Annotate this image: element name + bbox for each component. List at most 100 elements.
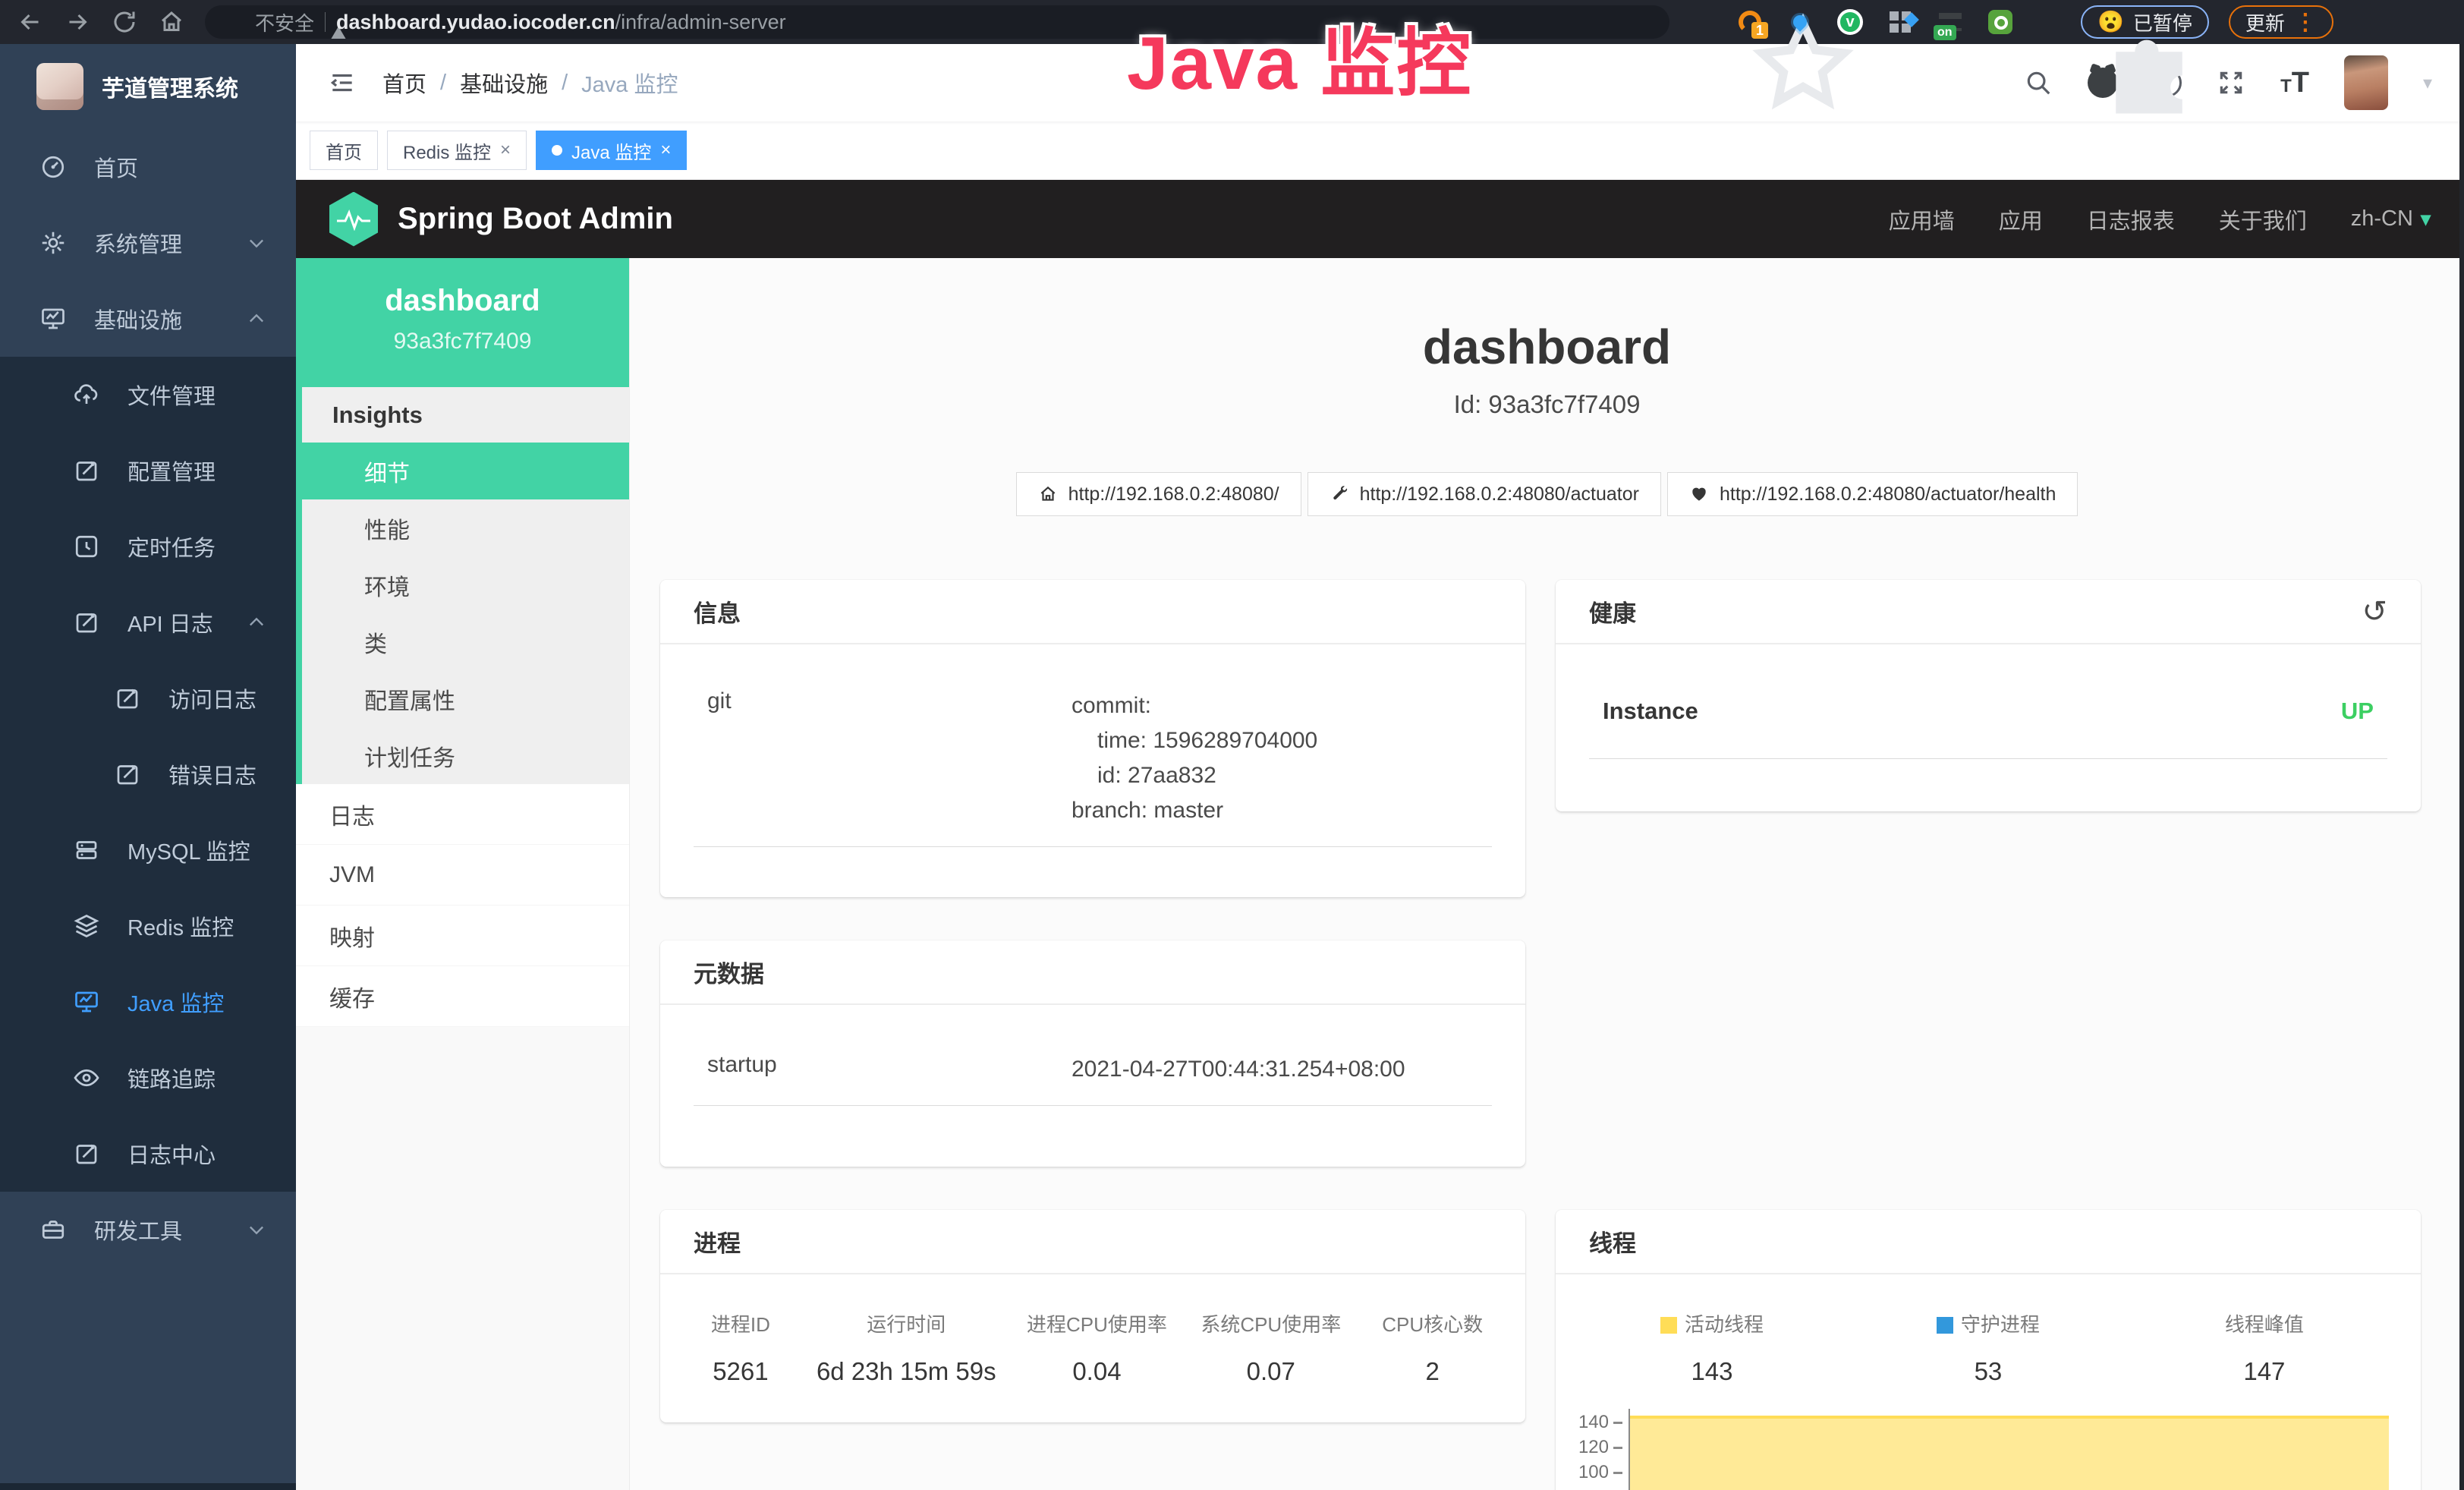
breadcrumb: 首页 / 基础设施 / Java 监控 [382, 67, 678, 99]
sidebar-item-redis[interactable]: Redis 监控 [0, 888, 296, 964]
extension-colorzilla-icon[interactable]: 1 [1735, 7, 1765, 37]
card-title: 元数据 [694, 955, 764, 989]
menu-item-details-active[interactable]: 细节 [302, 443, 629, 499]
menu-item-caches[interactable]: 缓存 [296, 966, 629, 1027]
menu-item-scheduled-tasks[interactable]: 计划任务 [302, 727, 629, 784]
paused-emoji-icon: 😮 [2097, 11, 2124, 33]
extension-pin-icon[interactable] [1785, 7, 1815, 37]
y-tick: 100 [1578, 1462, 1622, 1483]
server-icon [73, 836, 100, 864]
home-icon [1038, 484, 1058, 504]
bookmark-star-icon[interactable] [1689, 9, 1715, 35]
sidebar-item-job[interactable]: 定时任务 [0, 509, 296, 584]
stat-label: 系统CPU使用率 [1184, 1309, 1358, 1337]
stat-value: 2 [1358, 1357, 1507, 1386]
menu-item-jvm[interactable]: JVM [296, 845, 629, 906]
sidebar-item-home[interactable]: 首页 [0, 129, 296, 205]
sba-nav-wallboard[interactable]: 应用墙 [1889, 203, 1955, 235]
sidebar-item-label: 日志中心 [127, 1138, 216, 1170]
layers-icon [73, 912, 100, 940]
monitor-icon [73, 988, 100, 1016]
extension-grid-icon[interactable] [1885, 7, 1915, 37]
back-icon[interactable] [17, 8, 44, 36]
sidebar-item-trace[interactable]: 链路追踪 [0, 1040, 296, 1116]
web-page: 芋道管理系统 首页 系统管理 基础设施 文件管理 [0, 44, 2464, 1490]
avatar-caret-icon[interactable]: ▾ [2423, 72, 2432, 94]
sba-locale-select[interactable]: zh-CN ▾ [2351, 206, 2431, 232]
not-secure-warning-icon [225, 12, 244, 32]
chevron-up-icon [246, 612, 267, 633]
menu-item-logs[interactable]: 日志 [296, 784, 629, 845]
sidebar-item-accesslog[interactable]: 访问日志 [0, 660, 296, 736]
tab-home[interactable]: 首页 [310, 131, 378, 170]
breadcrumb-infra[interactable]: 基础设施 [460, 67, 548, 99]
user-avatar[interactable] [2344, 55, 2388, 110]
sba-nav-about[interactable]: 关于我们 [2219, 203, 2307, 235]
blue-swatch-icon [1937, 1317, 1953, 1334]
reload-icon[interactable] [111, 8, 138, 36]
menu-item-configprops[interactable]: 配置属性 [302, 670, 629, 727]
status-badge: UP [2341, 698, 2374, 725]
sidebar-item-config[interactable]: 配置管理 [0, 433, 296, 509]
update-chip[interactable]: 更新 ⋮ [2229, 5, 2333, 39]
chevron-up-icon [246, 308, 267, 329]
menu-item-classes[interactable]: 类 [302, 613, 629, 670]
sba-brand-title[interactable]: Spring Boot Admin [398, 202, 673, 236]
tab-redis-monitor[interactable]: Redis 监控× [387, 131, 527, 170]
sidebar-item-logcenter[interactable]: 日志中心 [0, 1116, 296, 1192]
menu-item-metrics[interactable]: 性能 [302, 499, 629, 556]
tab-java-monitor-active[interactable]: Java 监控× [536, 131, 687, 170]
stat-pid: 进程ID 5261 [678, 1309, 803, 1386]
forward-icon[interactable] [64, 8, 91, 36]
cards-grid: 信息 git commit: time: 1596289704000 id: 2… [660, 580, 2422, 1490]
actuator-url: http://192.168.0.2:48080/actuator [1360, 484, 1639, 506]
sba-nav-journal[interactable]: 日志报表 [2087, 203, 2175, 235]
admin-sidebar: 芋道管理系统 首页 系统管理 基础设施 文件管理 [0, 44, 296, 1490]
active-dot-icon [552, 145, 562, 156]
extension-onetab-icon[interactable]: on [1935, 7, 1965, 37]
sidebar-brand[interactable]: 芋道管理系统 [0, 44, 296, 129]
sidebar-item-java-active[interactable]: Java 监控 [0, 964, 296, 1040]
briefcase-icon [39, 1216, 67, 1243]
sidebar-item-file[interactable]: 文件管理 [0, 357, 296, 433]
y-tick: 120 [1578, 1437, 1622, 1458]
history-icon[interactable]: ↺ [2362, 597, 2387, 627]
extension-seo-icon[interactable] [1985, 7, 2016, 37]
home-icon[interactable] [158, 8, 185, 36]
sidebar-item-errorlog[interactable]: 错误日志 [0, 736, 296, 812]
paused-chip[interactable]: 😮 已暂停 [2081, 5, 2209, 39]
font-size-icon[interactable]: TT [2280, 67, 2309, 99]
legend-live-threads: 活动线程 143 [1574, 1309, 1850, 1386]
extensions-puzzle-icon[interactable] [2035, 9, 2061, 35]
extension-v-icon[interactable]: v [1835, 7, 1865, 37]
actuator-url-button[interactable]: http://192.168.0.2:48080/actuator [1308, 472, 1661, 516]
breadcrumb-home[interactable]: 首页 [382, 67, 426, 99]
menu-item-environment[interactable]: 环境 [302, 556, 629, 613]
browser-actions: 1 v on 😮 已暂停 更新 ⋮ [1689, 5, 2333, 39]
browser-menu-kebab-icon[interactable]: ⋮ [2294, 9, 2317, 36]
service-url-button[interactable]: http://192.168.0.2:48080/ [1016, 472, 1301, 516]
sba-main: dashboard Id: 93a3fc7f7409 http://192.16… [630, 258, 2464, 1490]
menu-item-mappings[interactable]: 映射 [296, 906, 629, 966]
on-badge: on [1934, 25, 1956, 40]
sidebar-item-infra[interactable]: 基础设施 [0, 281, 296, 357]
stat-label: 进程ID [678, 1309, 803, 1337]
right-pane: 首页 / 基础设施 / Java 监控 ? TT ▾ 首页 [296, 44, 2464, 1490]
sba-nav-applications[interactable]: 应用 [1999, 203, 2043, 235]
health-url-button[interactable]: http://192.168.0.2:48080/actuator/health [1667, 472, 2078, 516]
sidebar-item-mysql[interactable]: MySQL 监控 [0, 812, 296, 888]
collapse-sidebar-icon[interactable] [328, 68, 357, 97]
sidebar-item-apilog[interactable]: API 日志 [0, 584, 296, 660]
metadata-value: 2021-04-27T00:44:31.254+08:00 [1072, 1052, 1492, 1087]
threads-card: 线程 活动线程 143 守护进程 53 [1556, 1210, 2421, 1490]
close-icon[interactable]: × [500, 140, 511, 161]
close-icon[interactable]: × [660, 140, 671, 161]
gear-icon [39, 229, 67, 257]
threads-legend: 活动线程 143 守护进程 53 线程峰值 147 [1556, 1274, 2421, 1386]
paused-label: 已暂停 [2133, 8, 2192, 36]
tab-label: 首页 [326, 137, 362, 164]
sidebar-item-system[interactable]: 系统管理 [0, 205, 296, 281]
brand-title: 芋道管理系统 [102, 70, 238, 103]
tag-view-bar: 首页 Redis 监控× Java 监控× [296, 121, 2464, 180]
sidebar-item-devtools[interactable]: 研发工具 [0, 1192, 296, 1268]
